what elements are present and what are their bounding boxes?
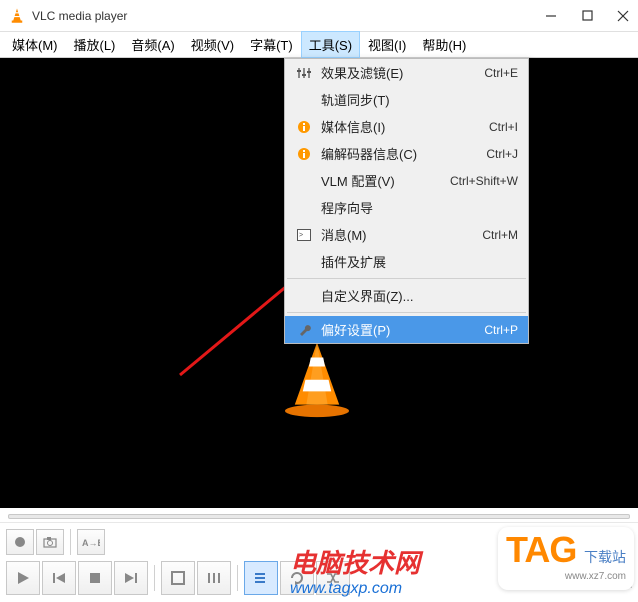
menu-view[interactable]: 视图(I) bbox=[360, 31, 414, 58]
menu-item-media-info[interactable]: 媒体信息(I) Ctrl+I bbox=[285, 113, 528, 140]
menu-item-plugins[interactable]: 插件及扩展 bbox=[285, 248, 528, 275]
blank-icon bbox=[295, 173, 313, 189]
loop-button[interactable] bbox=[280, 561, 314, 595]
menu-video[interactable]: 视频(V) bbox=[183, 31, 242, 58]
menu-item-shortcut: Ctrl+M bbox=[482, 228, 518, 242]
shuffle-button[interactable] bbox=[316, 561, 350, 595]
close-button[interactable] bbox=[616, 9, 630, 23]
menu-item-shortcut: Ctrl+J bbox=[486, 147, 518, 161]
skip-back-button[interactable] bbox=[42, 561, 76, 595]
blank-icon bbox=[295, 92, 313, 108]
vlc-cone-logo bbox=[278, 338, 356, 418]
menu-item-label: 效果及滤镜(E) bbox=[321, 63, 484, 82]
menu-item-effects-filters[interactable]: 效果及滤镜(E) Ctrl+E bbox=[285, 59, 528, 86]
menu-item-shortcut: Ctrl+E bbox=[484, 66, 518, 80]
menu-item-label: VLM 配置(V) bbox=[321, 171, 450, 190]
svg-text:A→B: A→B bbox=[82, 538, 100, 548]
stop-button[interactable] bbox=[78, 561, 112, 595]
record-button[interactable] bbox=[6, 529, 34, 555]
wrench-icon bbox=[295, 322, 313, 338]
menu-item-label: 轨道同步(T) bbox=[321, 90, 518, 109]
menu-item-vlm-config[interactable]: VLM 配置(V) Ctrl+Shift+W bbox=[285, 167, 528, 194]
menu-item-label: 媒体信息(I) bbox=[321, 117, 489, 136]
menu-item-label: 偏好设置(P) bbox=[321, 320, 484, 339]
menu-item-shortcut: Ctrl+Shift+W bbox=[450, 174, 518, 188]
menu-tools[interactable]: 工具(S) bbox=[301, 31, 360, 58]
menu-item-label: 程序向导 bbox=[321, 198, 518, 217]
menu-item-shortcut: Ctrl+P bbox=[484, 323, 518, 337]
menu-item-label: 插件及扩展 bbox=[321, 252, 518, 271]
blank-icon bbox=[295, 200, 313, 216]
menu-playback[interactable]: 播放(L) bbox=[66, 31, 124, 58]
play-button[interactable] bbox=[6, 561, 40, 595]
menu-item-label: 编解码器信息(C) bbox=[321, 144, 486, 163]
seek-bar[interactable] bbox=[0, 508, 638, 522]
menubar: 媒体(M) 播放(L) 音频(A) 视频(V) 字幕(T) 工具(S) 视图(I… bbox=[0, 32, 638, 58]
menu-subtitle[interactable]: 字幕(T) bbox=[242, 31, 301, 58]
playlist-button[interactable] bbox=[244, 561, 278, 595]
tools-dropdown-menu: 效果及滤镜(E) Ctrl+E 轨道同步(T) 媒体信息(I) Ctrl+I 编… bbox=[284, 58, 529, 344]
snapshot-button[interactable] bbox=[36, 529, 64, 555]
seek-track[interactable] bbox=[8, 514, 630, 519]
menu-item-messages[interactable]: > 消息(M) Ctrl+M bbox=[285, 221, 528, 248]
toolbar: A→B 1.00x bbox=[0, 522, 638, 601]
fullscreen-button[interactable] bbox=[161, 561, 195, 595]
info-icon bbox=[295, 146, 313, 162]
blank-icon bbox=[295, 254, 313, 270]
titlebar: VLC media player bbox=[0, 0, 638, 32]
minimize-button[interactable] bbox=[544, 9, 558, 23]
menu-separator bbox=[287, 278, 526, 279]
menu-audio[interactable]: 音频(A) bbox=[123, 31, 182, 58]
ab-loop-button[interactable]: A→B bbox=[77, 529, 105, 555]
toolbar-separator bbox=[237, 565, 238, 591]
extended-settings-button[interactable] bbox=[197, 561, 231, 595]
toolbar-separator bbox=[154, 565, 155, 591]
svg-text:>: > bbox=[299, 232, 303, 239]
menu-item-program-guide[interactable]: 程序向导 bbox=[285, 194, 528, 221]
menu-item-customize-interface[interactable]: 自定义界面(Z)... bbox=[285, 282, 528, 309]
menu-item-label: 消息(M) bbox=[321, 225, 482, 244]
menu-media[interactable]: 媒体(M) bbox=[4, 31, 66, 58]
menu-item-track-sync[interactable]: 轨道同步(T) bbox=[285, 86, 528, 113]
toolbar-separator bbox=[70, 529, 71, 555]
menu-item-preferences[interactable]: 偏好设置(P) Ctrl+P bbox=[285, 316, 528, 343]
window-title: VLC media player bbox=[32, 9, 544, 23]
menu-item-codec-info[interactable]: 编解码器信息(C) Ctrl+J bbox=[285, 140, 528, 167]
menu-help[interactable]: 帮助(H) bbox=[414, 31, 474, 58]
menu-item-shortcut: Ctrl+I bbox=[489, 120, 518, 134]
skip-forward-button[interactable] bbox=[114, 561, 148, 595]
menu-item-label: 自定义界面(Z)... bbox=[321, 286, 518, 305]
terminal-icon: > bbox=[295, 227, 313, 243]
menu-separator bbox=[287, 312, 526, 313]
vlc-cone-icon bbox=[8, 7, 26, 25]
info-icon bbox=[295, 119, 313, 135]
sliders-icon bbox=[295, 65, 313, 81]
playback-speed[interactable]: 1.00x bbox=[589, 568, 632, 588]
maximize-button[interactable] bbox=[580, 9, 594, 23]
blank-icon bbox=[295, 288, 313, 304]
